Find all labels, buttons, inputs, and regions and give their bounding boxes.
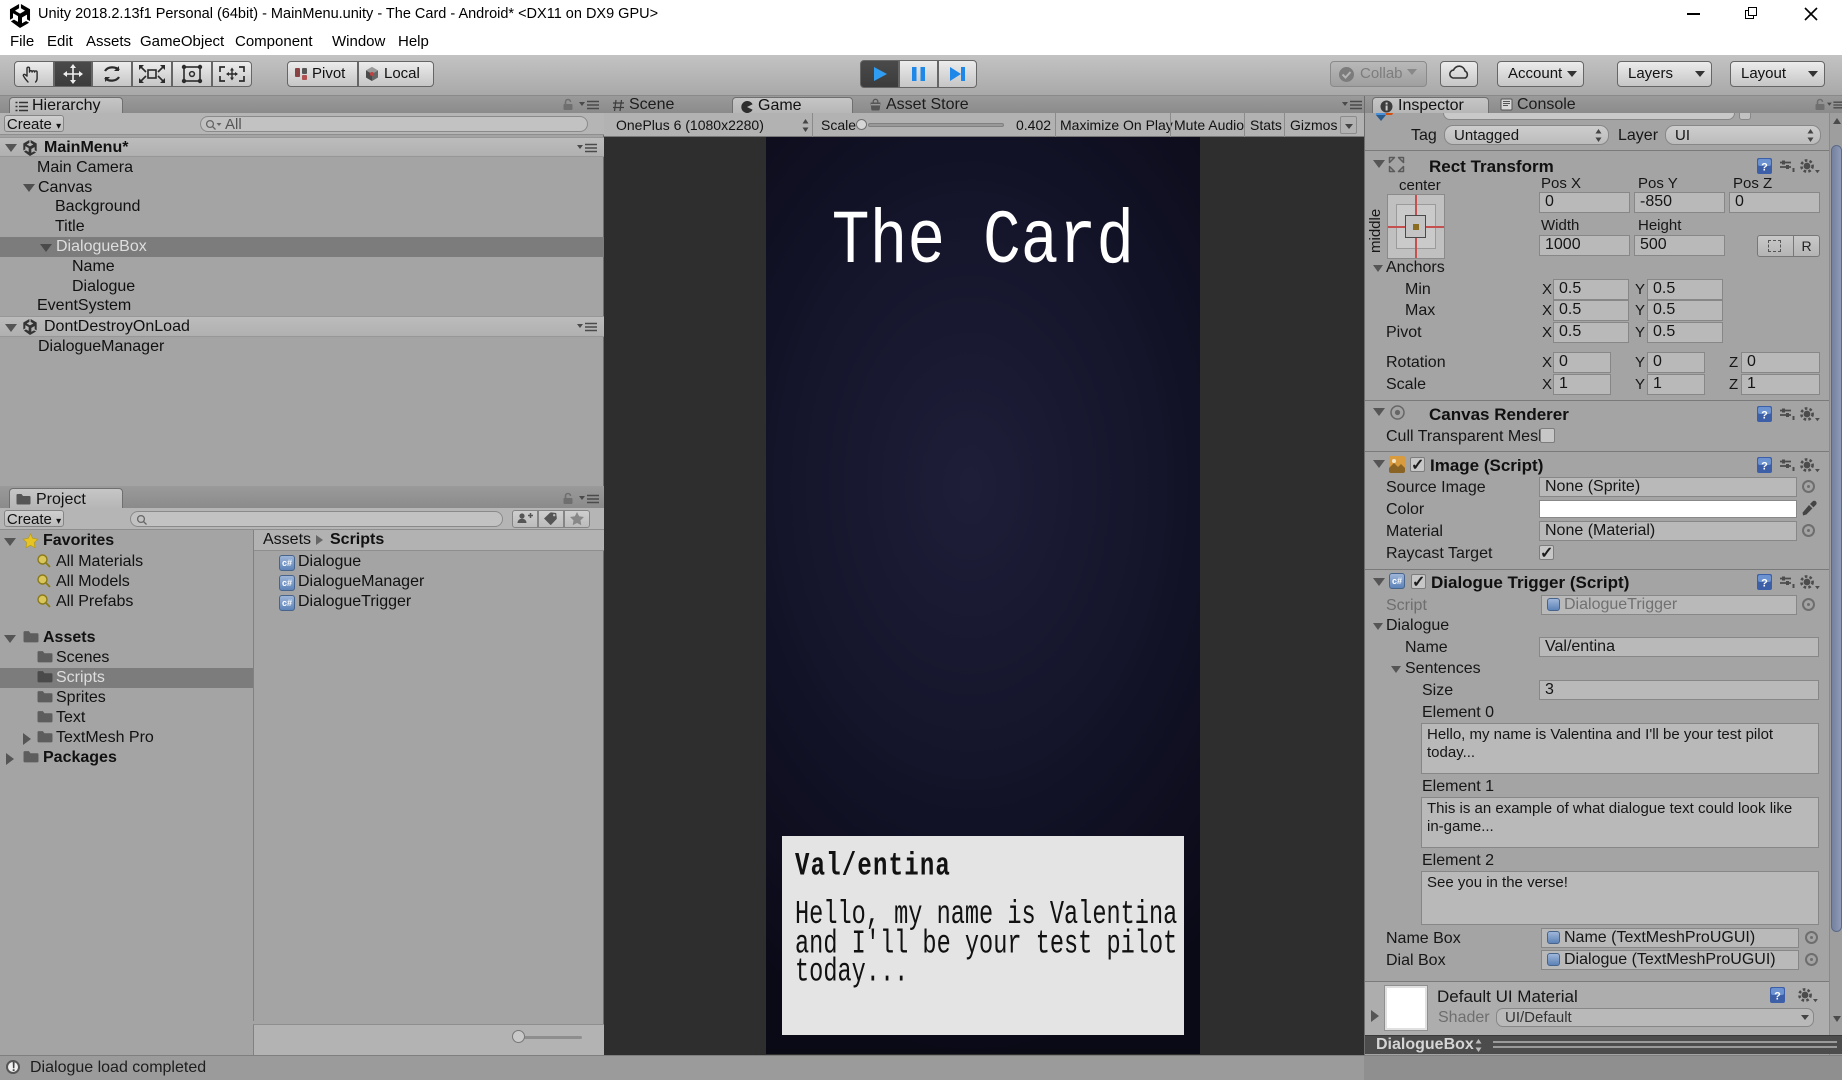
svg-text:?: ? xyxy=(1761,410,1768,422)
svg-text:?: ? xyxy=(1761,461,1768,473)
svg-text:?: ? xyxy=(1761,578,1768,590)
svg-text:?: ? xyxy=(1774,991,1781,1003)
svg-text:?: ? xyxy=(1761,162,1768,174)
